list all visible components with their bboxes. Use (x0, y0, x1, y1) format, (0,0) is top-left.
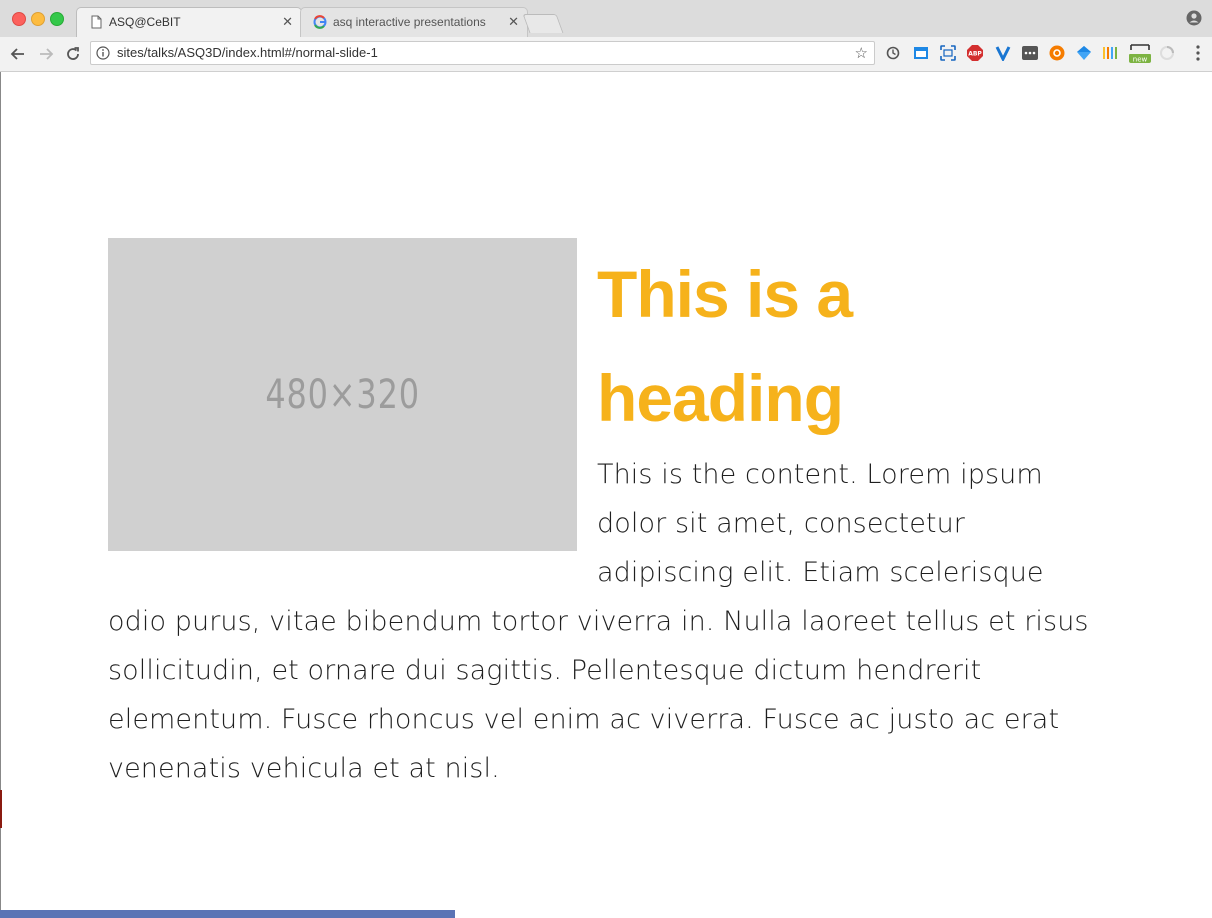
reload-icon[interactable] (63, 44, 83, 64)
spinner-icon[interactable] (1159, 45, 1175, 61)
tab-icon[interactable] (913, 45, 929, 61)
orange-extension-icon[interactable] (1049, 45, 1065, 61)
tab-asq-cebit[interactable]: ASQ@CeBIT ✕ (76, 7, 302, 37)
placeholder-image: 480×320 (108, 238, 577, 551)
address-bar[interactable]: sites/talks/ASQ3D/index.html#/normal-sli… (90, 41, 875, 65)
svg-text:new: new (1133, 56, 1148, 64)
new-tab-button[interactable] (522, 14, 564, 33)
browser-toolbar: sites/talks/ASQ3D/index.html#/normal-sli… (0, 37, 1212, 72)
tab-asq-interactive[interactable]: asq interactive presentations ✕ (300, 7, 528, 37)
background-window-edge (0, 790, 2, 828)
forward-icon[interactable] (36, 44, 56, 64)
new-extension-icon[interactable]: new (1129, 43, 1151, 63)
dots-icon[interactable] (1022, 45, 1038, 61)
svg-text:ABP: ABP (968, 51, 982, 58)
browser-tabstrip: ASQ@CeBIT ✕ asq interactive presentation… (0, 0, 1212, 37)
window-maximize-button[interactable] (50, 12, 64, 26)
diamond-icon[interactable] (1076, 45, 1092, 61)
sync-icon[interactable] (885, 45, 901, 61)
info-icon[interactable] (96, 46, 110, 60)
bars-icon[interactable] (1102, 45, 1118, 61)
tab-close-icon[interactable]: ✕ (282, 8, 293, 36)
screenshot-icon[interactable] (940, 45, 956, 61)
bookmark-star-icon[interactable]: ☆ (855, 44, 868, 62)
slide-progress-bar (0, 910, 455, 918)
window-close-button[interactable] (12, 12, 26, 26)
slide: 480×320 This is a heading This is the co… (108, 238, 1108, 793)
profile-icon[interactable] (1186, 10, 1202, 26)
google-icon (313, 15, 327, 29)
vimium-icon[interactable] (995, 45, 1011, 61)
tab-title: asq interactive presentations (333, 15, 486, 29)
tab-close-icon[interactable]: ✕ (508, 8, 519, 36)
placeholder-label: 480×320 (265, 371, 420, 418)
window-minimize-button[interactable] (31, 12, 45, 26)
back-icon[interactable] (8, 44, 28, 64)
tab-title: ASQ@CeBIT (109, 15, 181, 29)
url-text: sites/talks/ASQ3D/index.html#/normal-sli… (117, 45, 378, 60)
adblock-plus-icon[interactable]: ABP (967, 45, 983, 61)
menu-icon[interactable] (1196, 45, 1200, 61)
page-icon (91, 15, 102, 29)
